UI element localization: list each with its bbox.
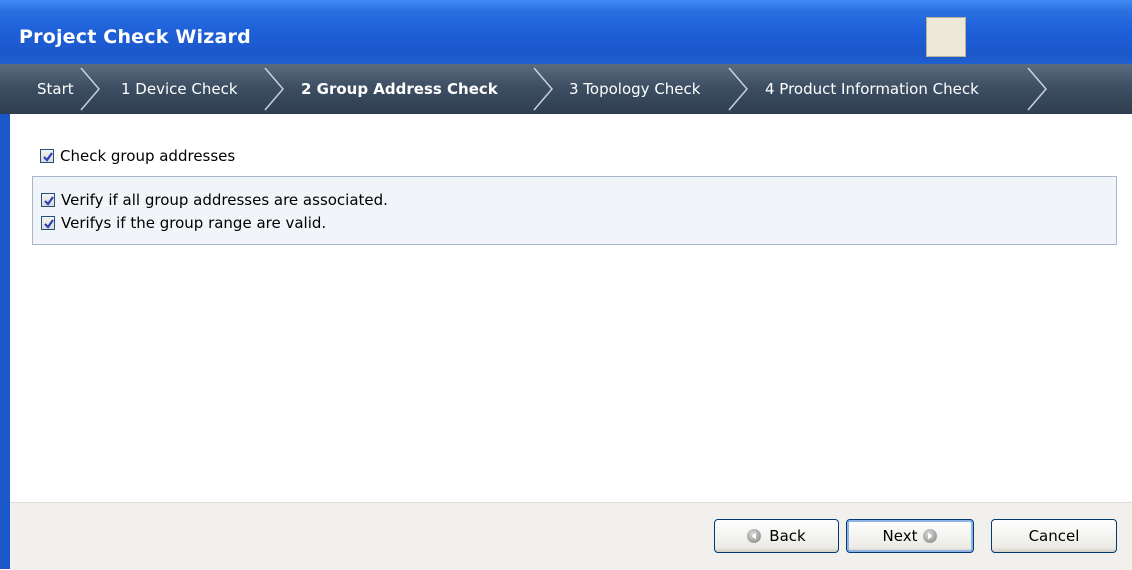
- checkmark-icon: [44, 195, 54, 206]
- step-navigation-bar: Start 1 Device Check 2 Group Address Che…: [0, 64, 1132, 114]
- chevron-separator-5: [1027, 67, 1047, 111]
- window-title: Project Check Wizard: [19, 26, 251, 48]
- window-left-border: [0, 114, 10, 569]
- title-bar: Project Check Wizard: [0, 0, 1132, 65]
- verify-range-row: Verifys if the group range are valid.: [41, 213, 326, 232]
- content-panel: Check group addresses Verify if all grou…: [10, 114, 1132, 502]
- step-start[interactable]: Start: [37, 64, 74, 114]
- step-device-check[interactable]: 1 Device Check: [121, 64, 238, 114]
- sub-options-group: Verify if all group addresses are associ…: [32, 176, 1117, 245]
- check-group-addresses-label: Check group addresses: [60, 146, 236, 165]
- chevron-separator-2: [264, 67, 284, 111]
- next-label: Next: [882, 527, 918, 545]
- checkmark-icon: [43, 151, 53, 162]
- verify-associated-checkbox[interactable]: [41, 192, 55, 207]
- back-button[interactable]: Back: [714, 519, 839, 553]
- cancel-button[interactable]: Cancel: [991, 519, 1117, 553]
- wizard-window: Project Check Wizard Start 1 Device Chec…: [0, 0, 1132, 570]
- next-button[interactable]: Next: [846, 519, 974, 553]
- verify-range-checkbox[interactable]: [41, 215, 55, 230]
- check-group-addresses-row: Check group addresses: [40, 146, 235, 165]
- next-arrow-icon: [923, 529, 938, 543]
- step-product-information-check[interactable]: 4 Product Information Check: [765, 64, 979, 114]
- check-group-addresses-checkbox[interactable]: [40, 148, 54, 163]
- button-footer: Back Next Cancel: [10, 502, 1132, 570]
- chevron-separator-3: [533, 67, 553, 111]
- chevron-separator-4: [728, 67, 748, 111]
- checkmark-icon: [44, 218, 54, 229]
- step-topology-check[interactable]: 3 Topology Check: [569, 64, 700, 114]
- verify-associated-row: Verify if all group addresses are associ…: [41, 190, 388, 209]
- chevron-separator-1: [80, 67, 100, 111]
- verify-range-label: Verifys if the group range are valid.: [61, 213, 327, 232]
- verify-associated-label: Verify if all group addresses are associ…: [61, 190, 388, 209]
- step-group-address-check[interactable]: 2 Group Address Check: [301, 64, 498, 114]
- back-label: Back: [769, 527, 806, 545]
- cancel-label: Cancel: [1028, 527, 1080, 545]
- title-bar-button[interactable]: [926, 17, 966, 57]
- back-arrow-icon: [747, 529, 762, 543]
